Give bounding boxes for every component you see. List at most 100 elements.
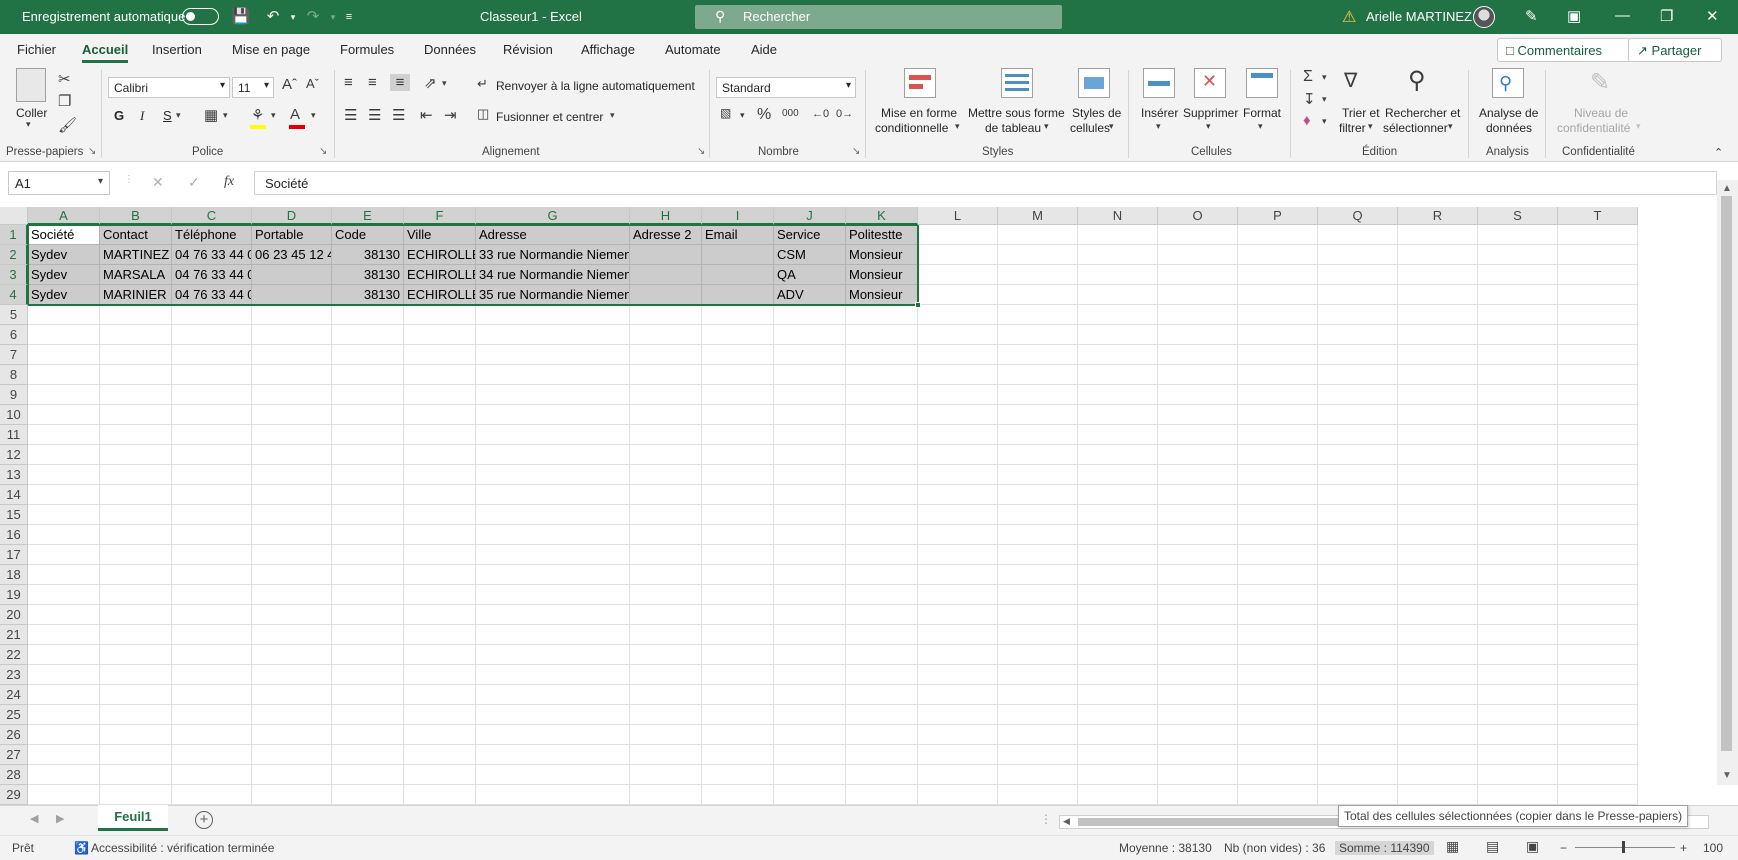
analyze-data-icon[interactable]: ⚲: [1492, 68, 1524, 98]
row-header-29[interactable]: 29: [0, 785, 28, 805]
name-box[interactable]: A1 ▾: [8, 171, 110, 195]
page-layout-icon[interactable]: ▤: [1486, 838, 1499, 855]
align-center-icon[interactable]: ☰: [368, 106, 381, 124]
column-header-d[interactable]: D: [252, 207, 332, 225]
tab-splitter-icon[interactable]: ⋮: [1040, 812, 1052, 826]
add-sheet-icon[interactable]: +: [195, 811, 213, 829]
format-cells-icon[interactable]: [1246, 68, 1278, 98]
undo-dropdown-icon[interactable]: ▾: [282, 6, 304, 28]
row-header-22[interactable]: 22: [0, 645, 28, 665]
increase-decimal-icon[interactable]: ←0: [812, 108, 829, 120]
row-header-7[interactable]: 7: [0, 345, 28, 365]
tab-aide[interactable]: Aide: [751, 42, 777, 57]
row-header-18[interactable]: 18: [0, 565, 28, 585]
column-header-a[interactable]: A: [28, 207, 100, 225]
column-header-p[interactable]: P: [1238, 207, 1318, 225]
cell-h1[interactable]: Adresse 2: [630, 225, 701, 245]
decrease-indent-icon[interactable]: ⇤: [420, 106, 433, 124]
italic-button[interactable]: I: [140, 108, 144, 124]
page-break-icon[interactable]: ▣: [1526, 838, 1539, 855]
confirm-entry-icon[interactable]: ✓: [188, 174, 200, 191]
clipboard-launcher-icon[interactable]: ↘: [88, 146, 96, 157]
column-header-m[interactable]: M: [998, 207, 1078, 225]
cancel-entry-icon[interactable]: ✕: [152, 174, 164, 191]
next-sheet-icon[interactable]: ▶: [56, 812, 64, 825]
tab-revision[interactable]: Révision: [503, 42, 553, 57]
column-header-k[interactable]: K: [846, 207, 918, 225]
sort-filter-icon[interactable]: ∇: [1344, 68, 1357, 93]
spreadsheet-grid[interactable]: A B C D E F G H I J K L M N O P Q R S T 1 2 3 4 5 6 7 8 9 10 11 12 13 14 1…: [0, 207, 1717, 805]
row-header-3[interactable]: 3: [0, 265, 28, 285]
underline-dropdown-icon[interactable]: ▾: [176, 110, 181, 121]
pen-icon[interactable]: ✎: [1525, 7, 1538, 25]
chevron-down-icon[interactable]: ▾: [1109, 121, 1114, 132]
delete-cells-button[interactable]: Supprimer: [1183, 106, 1238, 120]
row-header-15[interactable]: 15: [0, 505, 28, 525]
row-header-1[interactable]: 1: [0, 225, 28, 245]
row-header-5[interactable]: 5: [0, 305, 28, 325]
row-header-21[interactable]: 21: [0, 625, 28, 645]
close-icon[interactable]: ✕: [1706, 7, 1719, 25]
cell-j2[interactable]: CSM: [774, 245, 845, 265]
search-box[interactable]: ⚲ Rechercher: [695, 5, 1062, 29]
row-header-25[interactable]: 25: [0, 705, 28, 725]
percent-icon[interactable]: %: [757, 106, 771, 124]
column-header-s[interactable]: S: [1478, 207, 1558, 225]
row-header-2[interactable]: 2: [0, 245, 28, 265]
column-header-c[interactable]: C: [172, 207, 252, 225]
borders-icon[interactable]: ▦: [204, 106, 218, 124]
conditional-formatting-line2[interactable]: conditionnelle: [875, 121, 948, 135]
column-header-n[interactable]: N: [1078, 207, 1158, 225]
cell-g3[interactable]: 34 rue Normandie Niemen: [476, 265, 629, 285]
cell-b2[interactable]: MARTINEZ: [100, 245, 171, 265]
tab-formules[interactable]: Formules: [340, 42, 394, 57]
format-as-table-button[interactable]: Mettre sous forme: [968, 106, 1065, 120]
sort-filter-button[interactable]: Trier et: [1342, 106, 1380, 120]
chevron-down-icon[interactable]: ▾: [1044, 121, 1049, 132]
cell-f2[interactable]: ECHIROLLES: [404, 245, 475, 265]
sensitivity-button[interactable]: Niveau de: [1574, 106, 1628, 120]
delete-cells-icon[interactable]: ✕: [1194, 68, 1226, 98]
cell-a1[interactable]: Société: [28, 225, 99, 245]
cell-b1[interactable]: Contact: [100, 225, 171, 245]
sensitivity-icon[interactable]: ✎: [1590, 68, 1610, 97]
row-header-16[interactable]: 16: [0, 525, 28, 545]
redo-icon[interactable]: ↷: [302, 6, 324, 28]
cell-g1[interactable]: Adresse: [476, 225, 629, 245]
row-header-13[interactable]: 13: [0, 465, 28, 485]
cell-k3[interactable]: Monsieur: [846, 265, 917, 285]
fill-color-icon[interactable]: ⚘: [251, 106, 264, 124]
column-header-r[interactable]: R: [1398, 207, 1478, 225]
row-header-9[interactable]: 9: [0, 385, 28, 405]
cell-g2[interactable]: 33 rue Normandie Niemen: [476, 245, 629, 265]
merge-center-button[interactable]: Fusionner et centrer: [496, 110, 603, 124]
cell-e1[interactable]: Code: [332, 225, 403, 245]
column-header-l[interactable]: L: [918, 207, 998, 225]
cell-b3[interactable]: MARSALA: [100, 265, 171, 285]
wrap-text-button[interactable]: Renvoyer à la ligne automatiquement: [496, 79, 695, 93]
horizontal-scroll-thumb[interactable]: [1078, 818, 1358, 826]
sheet-tab-feuil1[interactable]: Feuil1: [98, 805, 168, 831]
insert-cells-icon[interactable]: [1143, 68, 1175, 98]
bold-button[interactable]: G: [114, 108, 124, 123]
row-header-17[interactable]: 17: [0, 545, 28, 565]
align-top-icon[interactable]: ≡: [344, 74, 353, 91]
warning-icon[interactable]: ⚠: [1342, 7, 1356, 27]
status-average[interactable]: Moyenne : 38130: [1119, 841, 1212, 855]
autosum-icon[interactable]: Σ: [1303, 68, 1313, 86]
borders-dropdown-icon[interactable]: ▾: [223, 110, 228, 121]
font-color-dropdown-icon[interactable]: ▾: [311, 110, 316, 121]
insert-cells-button[interactable]: Insérer: [1141, 106, 1178, 120]
share-button[interactable]: ↗ Partager: [1628, 38, 1722, 62]
format-as-table-line2[interactable]: de tableau: [985, 121, 1041, 135]
accounting-dropdown-icon[interactable]: ▾: [740, 110, 745, 121]
tab-donnees[interactable]: Données: [424, 42, 476, 57]
cell-d1[interactable]: Portable: [252, 225, 331, 245]
row-header-27[interactable]: 27: [0, 745, 28, 765]
cell-a4[interactable]: Sydev: [28, 285, 99, 305]
tab-fichier[interactable]: Fichier: [17, 42, 56, 57]
chevron-down-icon[interactable]: ▾: [1206, 121, 1211, 132]
column-header-t[interactable]: T: [1558, 207, 1638, 225]
underline-button[interactable]: S: [163, 108, 172, 123]
cell-f3[interactable]: ECHIROLLES: [404, 265, 475, 285]
